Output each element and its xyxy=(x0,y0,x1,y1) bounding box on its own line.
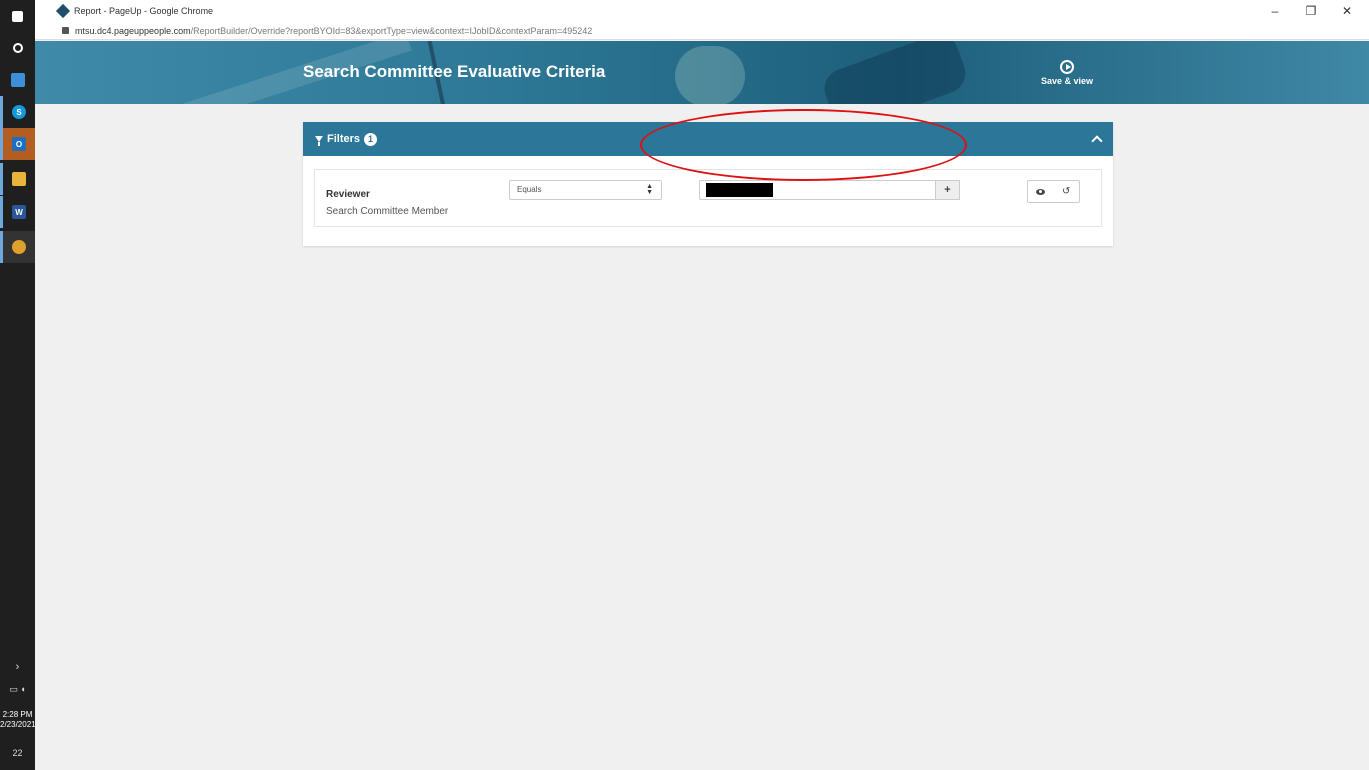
notification-count: 22 xyxy=(12,748,23,758)
url-text[interactable]: mtsu.dc4.pageuppeople.com/ReportBuilder/… xyxy=(75,26,592,36)
filter-value-input[interactable] xyxy=(699,180,936,200)
minimize-button[interactable]: – xyxy=(1257,4,1293,18)
windows-taskbar: S O W › ▭ ◖ 2:28 PM 2/23/2021 22 xyxy=(0,0,36,770)
window-title: Report - PageUp - Google Chrome xyxy=(74,6,214,16)
clock-date: 2/23/2021 xyxy=(0,720,36,729)
url-host: mtsu.dc4.pageuppeople.com xyxy=(75,25,191,36)
clock-time: 2:28 PM xyxy=(2,710,33,719)
redacted-value xyxy=(706,183,773,197)
select-arrows-icon: ▲ ▼ xyxy=(646,183,653,196)
pageup-favicon-icon xyxy=(55,3,71,19)
close-button[interactable]: ✕ xyxy=(1329,4,1365,18)
filter-field-sub-label: Search Committee Member xyxy=(326,206,449,217)
page-title: Search Committee Evaluative Criteria xyxy=(303,62,606,81)
notifications-button[interactable]: 22 xyxy=(0,748,35,758)
chrome-icon xyxy=(12,240,26,254)
chevron-up-icon[interactable] xyxy=(1091,135,1103,147)
filter-actions: ↺ xyxy=(1027,180,1080,203)
taskbar-outlook[interactable]: O xyxy=(0,128,35,160)
preview-button[interactable] xyxy=(1028,181,1054,202)
browser-title-bar: Report - PageUp - Google Chrome – ❐ ✕ xyxy=(35,0,1369,22)
filter-row: Reviewer Search Committee Member Equals … xyxy=(314,169,1102,227)
undo-icon: ↺ xyxy=(1062,186,1071,197)
search-button[interactable] xyxy=(0,32,35,64)
folder-icon xyxy=(12,172,26,186)
taskbar-chrome[interactable] xyxy=(0,231,35,263)
taskbar-file-explorer[interactable] xyxy=(0,163,35,195)
windows-logo-icon xyxy=(12,10,23,22)
save-and-view-button[interactable]: Save & view xyxy=(1037,60,1097,86)
taskbar-skype[interactable]: S xyxy=(0,96,35,128)
network-volume-icon[interactable]: ▭ ◖ xyxy=(0,684,35,695)
address-bar[interactable]: mtsu.dc4.pageuppeople.com/ReportBuilder/… xyxy=(35,22,1369,40)
filter-field-label: Reviewer xyxy=(326,189,370,200)
save-and-view-label: Save & view xyxy=(1040,76,1094,86)
report-banner: Search Committee Evaluative Criteria Sav… xyxy=(35,41,1369,104)
windows-start-button[interactable] xyxy=(0,0,35,32)
banner-decoration xyxy=(675,46,745,104)
play-circle-icon xyxy=(1060,60,1074,74)
restore-button[interactable]: ❐ xyxy=(1293,4,1329,18)
search-icon xyxy=(12,43,23,53)
word-icon: W xyxy=(12,205,26,219)
taskbar-word[interactable]: W xyxy=(0,196,35,228)
url-path: /ReportBuilder/Override?reportBYOId=83&e… xyxy=(190,25,593,36)
show-hidden-icons-chevron-icon[interactable]: › xyxy=(0,661,35,673)
annotation-ellipse xyxy=(640,109,967,181)
taskbar-app-1[interactable] xyxy=(0,64,35,96)
filter-icon xyxy=(315,136,323,146)
operator-value: Equals xyxy=(517,185,542,194)
skype-icon: S xyxy=(12,105,26,119)
lock-icon xyxy=(62,27,69,34)
reset-button[interactable]: ↺ xyxy=(1054,181,1080,202)
add-value-button[interactable]: + xyxy=(936,180,960,200)
filters-count-badge: 1 xyxy=(364,132,378,146)
operator-select[interactable]: Equals ▲ ▼ xyxy=(509,180,662,200)
outlook-icon: O xyxy=(12,137,26,151)
photos-icon xyxy=(10,73,25,87)
banner-decoration xyxy=(818,41,972,104)
eye-icon xyxy=(1036,188,1046,195)
filters-label: Filters xyxy=(327,133,361,145)
taskbar-clock[interactable]: 2:28 PM 2/23/2021 xyxy=(0,710,36,730)
window-controls: – ❐ ✕ xyxy=(1257,0,1365,22)
